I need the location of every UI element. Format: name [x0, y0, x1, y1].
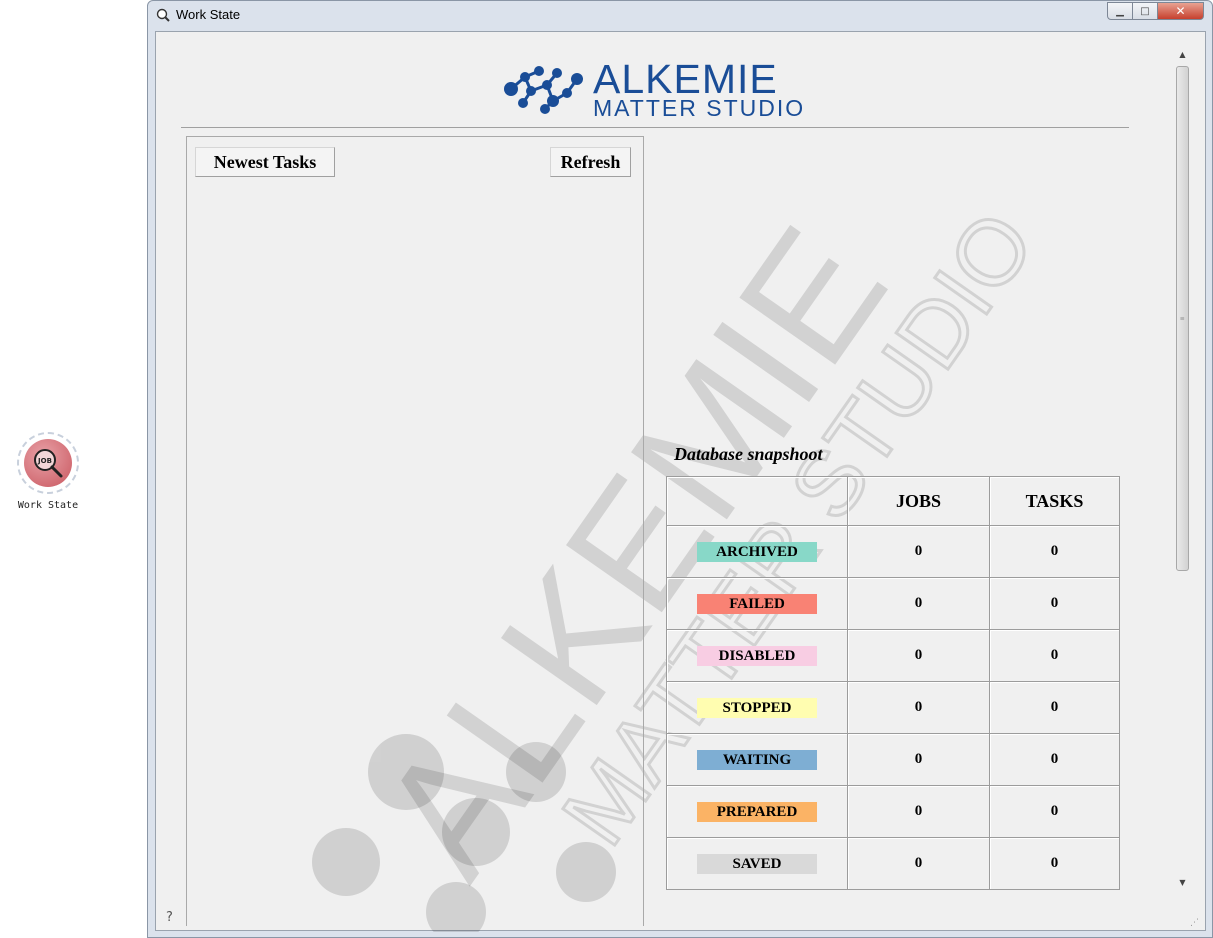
jobs-count: 0 — [847, 837, 990, 890]
maximize-button[interactable]: □ — [1133, 2, 1158, 20]
database-snapshot-table: JOBS TASKS ARCHIVED 0 0 FAILED 0 0 DISAB… — [666, 476, 1120, 890]
resize-grip-icon[interactable]: ⋰ — [1190, 918, 1199, 928]
jobs-count: 0 — [847, 629, 990, 682]
scroll-up-icon[interactable]: ▲ — [1174, 46, 1191, 63]
table-header-jobs: JOBS — [847, 476, 990, 526]
tasks-count: 0 — [989, 525, 1120, 578]
desktop-icon-work-state[interactable]: JOB Work State — [14, 432, 82, 511]
desktop-icon-label: Work State — [17, 500, 79, 511]
status-badge-waiting: WAITING — [697, 749, 817, 770]
table-header-empty — [666, 476, 848, 526]
newest-tasks-button[interactable]: Newest Tasks — [195, 147, 335, 177]
alkemie-logo: ALKEMIE MATTER STUDIO — [501, 56, 806, 121]
close-icon: ✕ — [1175, 4, 1186, 18]
jobs-count: 0 — [847, 525, 990, 578]
table-row: PREPARED 0 0 — [666, 785, 1120, 838]
status-badge-saved: SAVED — [697, 853, 817, 874]
status-badge-stopped: STOPPED — [697, 697, 817, 718]
tasks-count: 0 — [989, 681, 1120, 734]
minimize-icon: ▁ — [1116, 5, 1124, 17]
table-header-row: JOBS TASKS — [666, 476, 1120, 526]
minimize-button[interactable]: ▁ — [1107, 2, 1133, 20]
tasks-count: 0 — [989, 785, 1120, 838]
status-badge-prepared: PREPARED — [697, 801, 817, 822]
logo-title: ALKEMIE — [593, 56, 778, 102]
table-row: SAVED 0 0 — [666, 837, 1120, 890]
job-icon-text: JOB — [37, 457, 52, 465]
jobs-count: 0 — [847, 785, 990, 838]
jobs-count: 0 — [847, 681, 990, 734]
window-search-icon — [156, 8, 170, 27]
table-row: WAITING 0 0 — [666, 733, 1120, 786]
refresh-button[interactable]: Refresh — [550, 147, 631, 177]
database-snapshot-title: Database snapshoot — [674, 444, 823, 464]
status-badge-archived: ARCHIVED — [697, 541, 817, 562]
jobs-count: 0 — [847, 733, 990, 786]
tasks-count: 0 — [989, 733, 1120, 786]
work-state-window: Work State ▁ □ ✕ ALKEMIE MATTER STUDIO A… — [147, 0, 1213, 938]
maximize-icon: □ — [1140, 5, 1150, 17]
table-header-tasks: TASKS — [989, 476, 1120, 526]
table-row: ARCHIVED 0 0 — [666, 525, 1120, 578]
molecule-logo-icon — [504, 66, 583, 114]
status-badge-disabled: DISABLED — [697, 645, 817, 666]
table-row: FAILED 0 0 — [666, 577, 1120, 630]
tasks-count: 0 — [989, 837, 1120, 890]
header-divider — [181, 127, 1129, 128]
vertical-scrollbar[interactable]: ▲ ≡ ▼ — [1174, 46, 1191, 891]
title-bar[interactable]: Work State ▁ □ ✕ — [148, 1, 1212, 29]
scroll-down-icon[interactable]: ▼ — [1174, 874, 1191, 891]
window-title: Work State — [176, 7, 241, 22]
scrollbar-thumb[interactable]: ≡ — [1176, 66, 1189, 571]
tasks-count: 0 — [989, 577, 1120, 630]
table-row: DISABLED 0 0 — [666, 629, 1120, 682]
tasks-count: 0 — [989, 629, 1120, 682]
close-button[interactable]: ✕ — [1158, 2, 1204, 20]
newest-tasks-panel: Newest Tasks Refresh — [186, 136, 644, 926]
jobs-count: 0 — [847, 577, 990, 630]
table-row: STOPPED 0 0 — [666, 681, 1120, 734]
client-area: ALKEMIE MATTER STUDIO ALKEMIE MATTER STU… — [155, 31, 1206, 932]
logo-subtitle: MATTER STUDIO — [593, 95, 806, 121]
status-badge-failed: FAILED — [697, 593, 817, 614]
help-icon[interactable]: ? — [166, 910, 173, 925]
work-state-icon: JOB — [17, 432, 79, 494]
